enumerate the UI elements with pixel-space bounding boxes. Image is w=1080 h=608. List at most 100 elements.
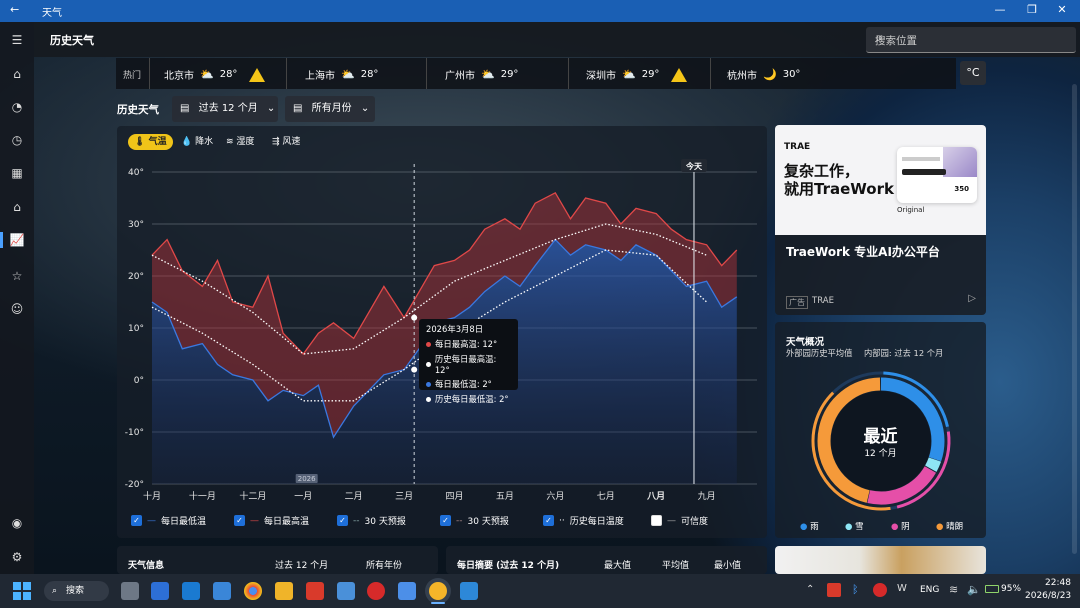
city-temp: 29° bbox=[641, 69, 660, 80]
checkbox[interactable]: ✓ bbox=[131, 515, 142, 526]
search-icon[interactable]: ⌕ bbox=[875, 30, 1070, 46]
folder-icon[interactable] bbox=[275, 582, 293, 600]
chrome-icon[interactable] bbox=[244, 582, 262, 600]
checkbox[interactable]: ✓ bbox=[543, 515, 554, 526]
app-icon[interactable] bbox=[367, 582, 385, 600]
line-swatch: ·· bbox=[559, 515, 565, 526]
y-tick-label: 30° bbox=[128, 220, 144, 230]
city-beijing[interactable]: 北京市 ⛅ 28° bbox=[164, 67, 266, 82]
favorites-icon[interactable]: ☆ bbox=[9, 268, 25, 284]
home-icon[interactable]: ⌂ bbox=[9, 66, 25, 82]
overview-title: 天气概况 bbox=[786, 337, 825, 348]
unit-toggle[interactable]: °C bbox=[960, 61, 986, 85]
city-shanghai[interactable]: 上海市 ⛅ 28° bbox=[305, 67, 378, 82]
overview-center-sub: 12 个月 bbox=[864, 449, 897, 459]
chevron-up-icon[interactable]: ⌃ bbox=[806, 584, 814, 595]
scrollbar[interactable] bbox=[1072, 84, 1077, 554]
partly-cloudy-icon: ⛅ bbox=[200, 68, 214, 81]
store-icon[interactable] bbox=[213, 582, 231, 600]
ad-headline-2: 就用TraeWork bbox=[784, 180, 894, 198]
legend-forecast-low[interactable]: ✓ -- 30 天预报 bbox=[337, 514, 406, 527]
volume-icon[interactable]: 🔈 bbox=[967, 583, 981, 596]
y-tick-label: 0° bbox=[134, 376, 144, 386]
trend-chart-icon[interactable]: 📈 bbox=[9, 232, 25, 248]
wps-tray-icon[interactable]: W bbox=[897, 583, 907, 594]
map-icon[interactable]: ⌂ bbox=[9, 199, 25, 215]
forecast-icon[interactable]: ◔ bbox=[9, 99, 25, 115]
settings-icon[interactable]: ⚙ bbox=[9, 549, 25, 565]
bird-app-icon[interactable] bbox=[398, 582, 416, 600]
minimize-button[interactable]: — bbox=[990, 3, 1010, 16]
legend-label: 30 天预报 bbox=[467, 517, 509, 527]
weather-app-icon[interactable] bbox=[429, 582, 447, 600]
legend-historical[interactable]: ✓ ·· 历史每日温度 bbox=[543, 514, 624, 527]
window-titlebar: ← 天气 — ❐ ✕ bbox=[0, 0, 1080, 22]
chevron-down-icon: ⌄ bbox=[266, 103, 276, 114]
language-indicator[interactable]: ENG bbox=[920, 585, 939, 595]
overview-sub-right: 内部园: 过去 12 个月 bbox=[864, 348, 944, 358]
ad-card-2[interactable] bbox=[775, 546, 986, 574]
calendar-icon[interactable]: ▦ bbox=[9, 165, 25, 181]
menu-icon[interactable]: ☰ bbox=[9, 32, 25, 48]
line-swatch: -- bbox=[456, 515, 463, 526]
tab-humidity[interactable]: ≋ 湿度 bbox=[220, 134, 260, 150]
daily-summary-card: 每日摘要 (过去 12 个月) 最大值 平均值 最小值 bbox=[446, 546, 767, 574]
ad-card[interactable]: TRAE 复杂工作， 就用TraeWork 350 Original TraeW… bbox=[775, 125, 986, 315]
tooltip-line: 历史每日最高温: 12° bbox=[426, 353, 511, 375]
active-indicator bbox=[0, 232, 3, 248]
play-icon[interactable]: ▷ bbox=[968, 293, 976, 304]
tab-label: 风速 bbox=[282, 137, 301, 147]
checkbox[interactable]: ✓ bbox=[234, 515, 245, 526]
legend-forecast-high[interactable]: ✓ -- 30 天预报 bbox=[440, 514, 509, 527]
tray-icon[interactable] bbox=[873, 583, 887, 597]
back-arrow-icon[interactable]: ← bbox=[10, 3, 19, 16]
tab-temperature[interactable]: 🌡 气温 bbox=[128, 134, 173, 150]
smiley-icon[interactable]: ☺ bbox=[9, 301, 25, 317]
legend-confidence[interactable]: — 可信度 bbox=[651, 514, 708, 527]
info-col3: 所有年份 bbox=[366, 561, 403, 571]
checkbox[interactable]: ✓ bbox=[440, 515, 451, 526]
tab-label: 降水 bbox=[195, 137, 214, 147]
checkbox[interactable] bbox=[651, 515, 662, 526]
warning-icon[interactable] bbox=[249, 67, 266, 82]
maximize-button[interactable]: ❐ bbox=[1022, 3, 1042, 16]
legend-daily-high[interactable]: ✓ — 每日最高温 bbox=[234, 514, 309, 527]
tab-precipitation[interactable]: 💧 降水 bbox=[175, 134, 219, 150]
city-hangzhou[interactable]: 杭州市 🌙 30° bbox=[727, 67, 800, 82]
tab-wind[interactable]: ⇶ 风速 bbox=[266, 134, 306, 150]
checkbox[interactable]: ✓ bbox=[337, 515, 348, 526]
tooltip-text: 每日最低温: 2° bbox=[435, 379, 492, 389]
city-shenzhen[interactable]: 深圳市 ⛅ 29° bbox=[586, 67, 688, 82]
app-icon[interactable] bbox=[151, 582, 169, 600]
ad-tag: 广告 bbox=[786, 296, 808, 309]
tray-icon[interactable] bbox=[827, 583, 841, 597]
search-input[interactable]: 搜索位置 ⌕ bbox=[866, 27, 1076, 53]
taskbar-search[interactable]: ⌕ 搜索 bbox=[44, 581, 109, 601]
line-swatch: — bbox=[147, 515, 156, 526]
ad-mockup: 350 bbox=[897, 147, 977, 203]
wifi-icon[interactable]: ≋ bbox=[949, 583, 958, 596]
wps-icon[interactable] bbox=[306, 582, 324, 600]
close-button[interactable]: ✕ bbox=[1052, 3, 1072, 16]
info-title: 天气信息 bbox=[128, 561, 165, 571]
clock-date[interactable]: 2026/8/23 bbox=[1025, 591, 1071, 601]
photos-icon[interactable] bbox=[460, 582, 478, 600]
legend-daily-low[interactable]: ✓ — 每日最低温 bbox=[131, 514, 206, 527]
x-tick-label: 八月 bbox=[646, 491, 665, 502]
city-name: 杭州市 bbox=[727, 71, 757, 82]
col-avg: 平均值 bbox=[662, 561, 690, 571]
range-dropdown[interactable]: ▤ 过去 12 个月 ⌄ bbox=[172, 96, 278, 122]
ad-banner[interactable]: TRAE 复杂工作， 就用TraeWork 350 Original bbox=[775, 125, 986, 235]
history-icon[interactable]: ◷ bbox=[9, 132, 25, 148]
tooltip-text: 历史每日最低温: 2° bbox=[435, 394, 509, 404]
bluetooth-icon[interactable]: ᛒ bbox=[852, 583, 859, 596]
notepad-icon[interactable] bbox=[337, 582, 355, 600]
clock-time[interactable]: 22:48 bbox=[1045, 578, 1071, 588]
account-icon[interactable]: ◉ bbox=[9, 515, 25, 531]
city-guangzhou[interactable]: 广州市 ⛅ 29° bbox=[445, 67, 518, 82]
start-button[interactable] bbox=[13, 582, 31, 600]
mail-icon[interactable] bbox=[182, 582, 200, 600]
warning-icon[interactable] bbox=[671, 67, 688, 82]
task-view-icon[interactable] bbox=[121, 582, 139, 600]
months-dropdown[interactable]: ▤ 所有月份 ⌄ bbox=[285, 96, 375, 122]
